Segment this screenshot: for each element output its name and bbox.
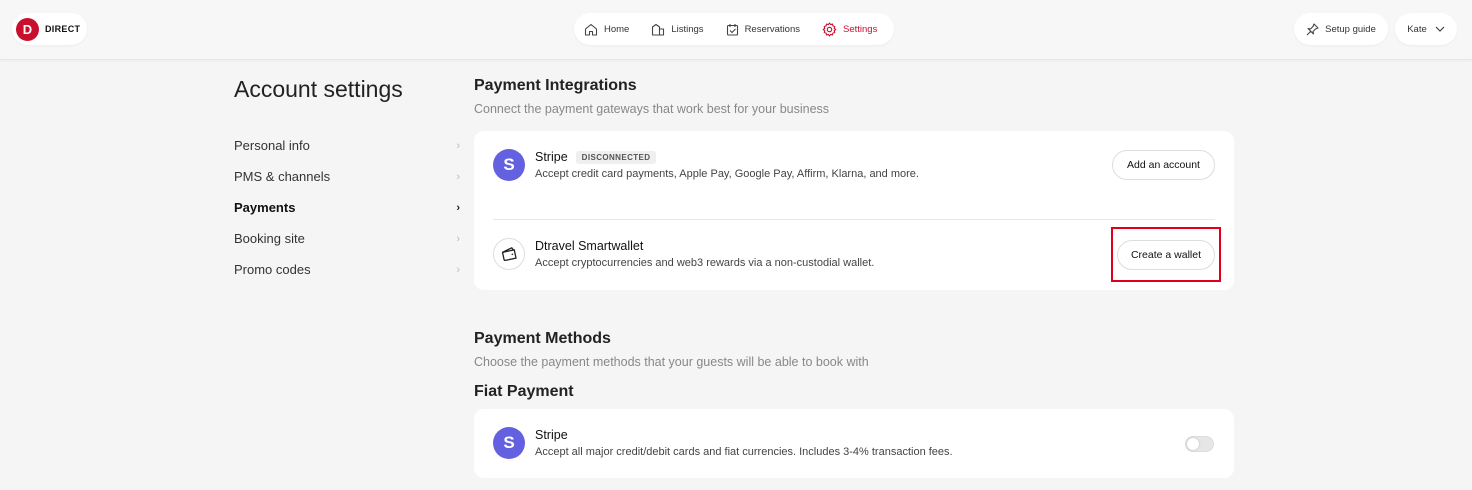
- chevron-down-icon: [1435, 26, 1445, 32]
- stripe-method-toggle[interactable]: [1185, 436, 1214, 452]
- logo-mark: D: [16, 17, 39, 41]
- brand-name: DIRECT: [45, 24, 81, 34]
- listings-icon: [652, 23, 665, 36]
- nav-settings-label: Settings: [843, 23, 878, 35]
- nav-home-label: Home: [604, 23, 630, 35]
- methods-subtitle: Choose the payment methods that your gue…: [474, 355, 869, 369]
- gear-icon: [822, 21, 837, 37]
- sidebar-item-pms-channels[interactable]: PMS & channels ›: [234, 161, 460, 192]
- nav-reservations-label: Reservations: [744, 23, 801, 35]
- main-nav: Home Listings Reservations Settings: [574, 13, 894, 45]
- calendar-icon: [726, 23, 738, 36]
- sidebar-item-booking-site[interactable]: Booking site ›: [234, 223, 460, 254]
- stripe-logo-icon: S: [493, 149, 525, 181]
- chevron-right-icon: ›: [456, 170, 460, 183]
- sidebar-item-label: Booking site: [234, 231, 305, 246]
- nav-reservations[interactable]: Reservations: [726, 23, 800, 36]
- page-title: Account settings: [234, 76, 403, 102]
- stripe-description: Accept credit card payments, Apple Pay, …: [535, 168, 919, 180]
- sidebar-item-label: Payments: [234, 200, 296, 215]
- user-menu-button[interactable]: Kate: [1395, 13, 1457, 45]
- pin-icon: [1306, 22, 1319, 35]
- top-header: D DIRECT Home Listings Reservations Sett…: [0, 0, 1472, 60]
- nav-settings[interactable]: Settings: [822, 21, 878, 37]
- home-icon: [584, 23, 598, 36]
- stripe-title: Stripe DISCONNECTED: [535, 150, 657, 164]
- sidebar-item-personal-info[interactable]: Personal info ›: [234, 130, 460, 161]
- setup-guide-button[interactable]: Setup guide: [1294, 13, 1388, 45]
- divider: [493, 219, 1215, 220]
- stripe-method-row: S Stripe Accept all major credit/debit c…: [493, 427, 1215, 477]
- nav-listings[interactable]: Listings: [651, 23, 704, 36]
- sidebar-item-label: Personal info: [234, 138, 310, 153]
- sidebar-item-label: Promo codes: [234, 262, 311, 277]
- sidebar-item-label: PMS & channels: [234, 169, 331, 184]
- nav-listings-label: Listings: [671, 23, 704, 35]
- setup-guide-label: Setup guide: [1325, 23, 1376, 35]
- chevron-right-icon: ›: [456, 263, 460, 276]
- add-account-button[interactable]: Add an account: [1112, 150, 1215, 180]
- chevron-right-icon: ›: [456, 139, 460, 152]
- chevron-right-icon: ›: [456, 201, 460, 214]
- stripe-method-title: Stripe: [535, 428, 568, 442]
- stripe-method-name: Stripe: [535, 428, 568, 442]
- wallet-integration-row: Dtravel Smartwallet Accept cryptocurrenc…: [493, 238, 1215, 288]
- stripe-method-description: Accept all major credit/debit cards and …: [535, 446, 953, 458]
- wallet-description: Accept cryptocurrencies and web3 rewards…: [535, 257, 875, 269]
- settings-menu: Personal info › PMS & channels › Payment…: [234, 130, 460, 285]
- status-badge: DISCONNECTED: [575, 150, 657, 164]
- user-name: Kate: [1407, 23, 1427, 35]
- methods-title: Payment Methods: [474, 330, 611, 347]
- nav-home[interactable]: Home: [584, 23, 629, 36]
- stripe-name: Stripe: [535, 150, 568, 164]
- highlight-box: [1111, 227, 1221, 282]
- stripe-integration-row: S Stripe DISCONNECTED Accept credit card…: [493, 149, 1215, 199]
- wallet-title: Dtravel Smartwallet: [535, 239, 643, 253]
- brand-logo[interactable]: D DIRECT: [12, 13, 87, 45]
- chevron-right-icon: ›: [456, 232, 460, 245]
- integrations-subtitle: Connect the payment gateways that work b…: [474, 102, 830, 116]
- wallet-icon: [493, 238, 525, 270]
- wallet-name: Dtravel Smartwallet: [535, 239, 644, 253]
- fiat-methods-card: S Stripe Accept all major credit/debit c…: [474, 409, 1234, 478]
- sidebar-item-promo-codes[interactable]: Promo codes ›: [234, 254, 460, 285]
- sidebar-item-payments[interactable]: Payments ›: [234, 192, 460, 223]
- stripe-logo-icon: S: [493, 427, 525, 459]
- toggle-knob: [1187, 438, 1199, 450]
- integrations-title: Payment Integrations: [474, 77, 637, 94]
- fiat-payment-title: Fiat Payment: [474, 383, 574, 400]
